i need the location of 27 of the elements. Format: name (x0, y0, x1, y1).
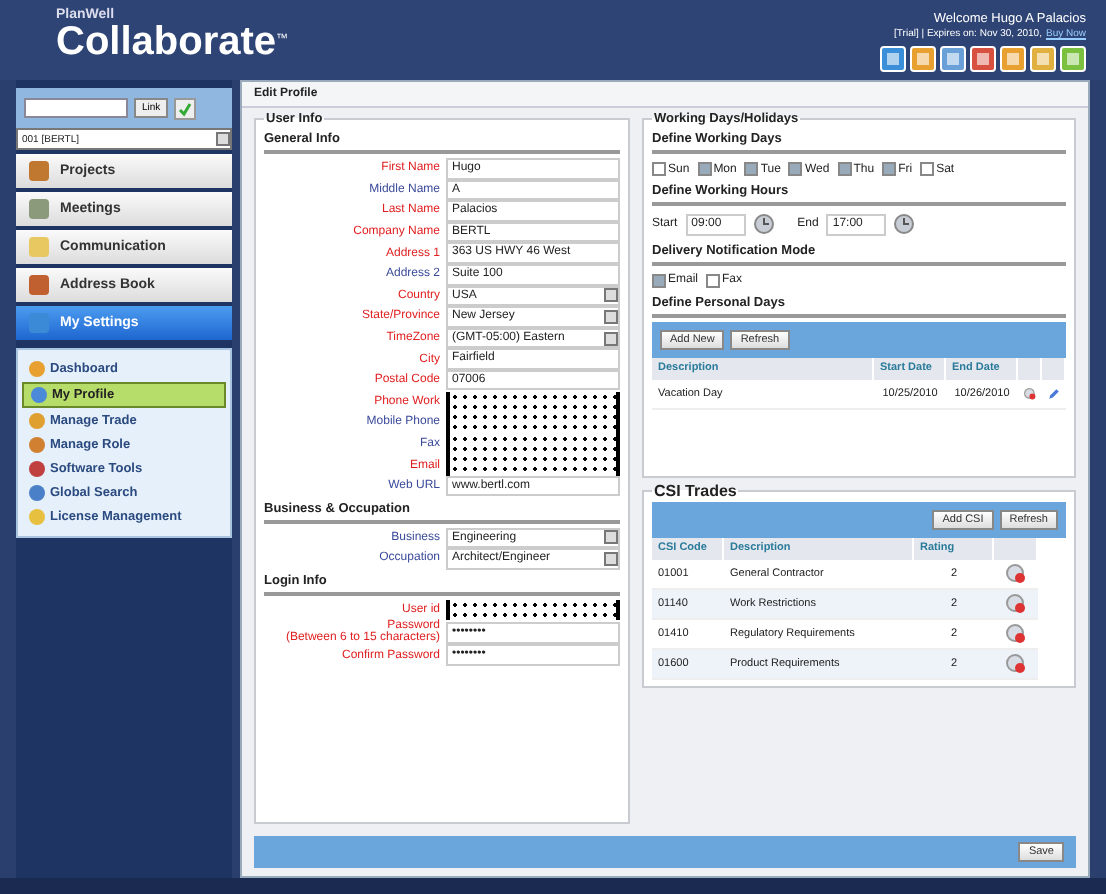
toolbar-tile-icon[interactable] (1000, 46, 1026, 72)
search-field[interactable] (24, 98, 128, 118)
brand-title: Collaborate (56, 22, 277, 64)
delete-icon[interactable] (1006, 563, 1026, 583)
clock-icon[interactable] (894, 214, 915, 235)
column-header-blank (1042, 357, 1066, 379)
nav-icon (28, 160, 50, 182)
panel-legend: CSI Trades (652, 481, 739, 499)
toolbar-tile-icon[interactable] (880, 46, 906, 72)
column-header-blank (1018, 357, 1042, 379)
refresh-icon[interactable] (174, 97, 197, 119)
toolbar-tile-icon[interactable] (1060, 46, 1086, 72)
toolbar-tile-icon[interactable] (970, 46, 996, 72)
nav-icon (28, 236, 50, 258)
toolbar-tile-icon[interactable] (1030, 46, 1056, 72)
nav-icon (28, 312, 50, 334)
toolbar-tile-icon[interactable] (940, 46, 966, 72)
delete-icon[interactable] (1006, 593, 1026, 613)
toolbar-tile-icon[interactable] (910, 46, 936, 72)
nav-icon (28, 274, 50, 296)
delete-icon[interactable] (1006, 653, 1026, 673)
delete-icon[interactable] (1006, 623, 1026, 643)
column-header-blank (994, 537, 1038, 559)
nav-icon (28, 198, 50, 220)
clock-icon[interactable] (753, 214, 774, 235)
pencil-icon[interactable] (1048, 383, 1060, 403)
delete-icon[interactable] (1024, 383, 1036, 403)
